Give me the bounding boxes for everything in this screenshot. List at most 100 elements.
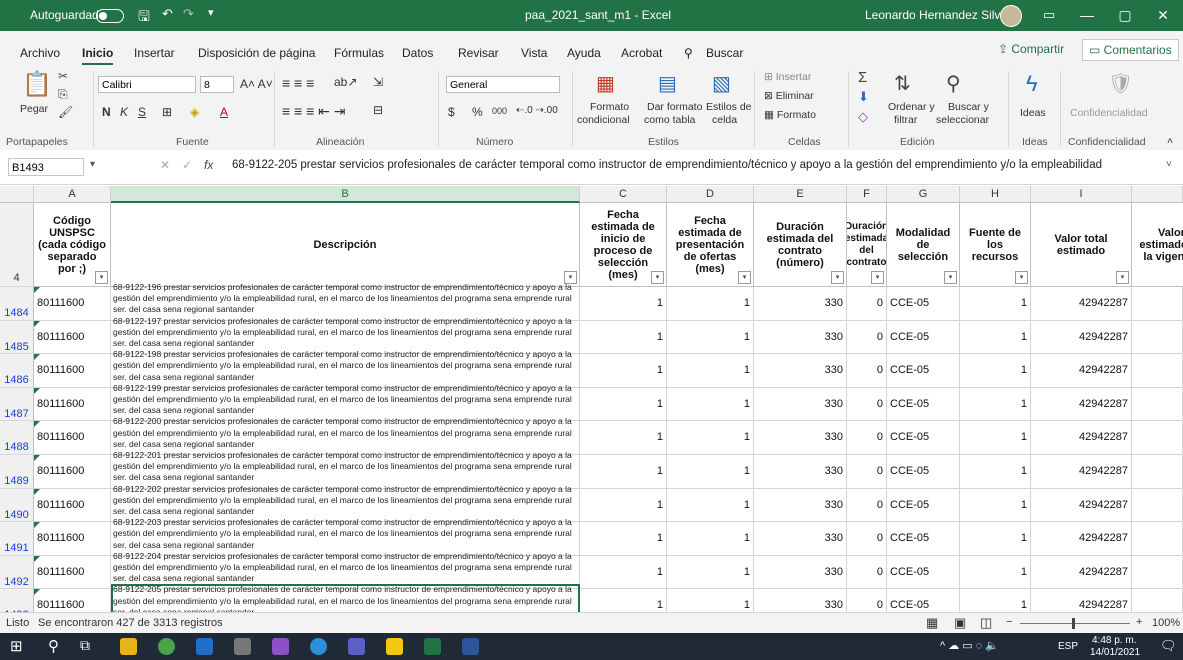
edge-icon[interactable]: [310, 638, 327, 655]
error-indicator-icon[interactable]: [34, 354, 40, 361]
cell-i[interactable]: 42942287: [1031, 522, 1132, 556]
cell-d[interactable]: 1: [667, 320, 754, 355]
error-indicator-icon[interactable]: [34, 555, 40, 562]
header-cell-e[interactable]: Duración estimada del contrato (número) ▾: [754, 203, 847, 287]
file-explorer-icon[interactable]: [120, 638, 137, 655]
cell-d[interactable]: 1: [667, 555, 754, 590]
filter-f-icon[interactable]: ▾: [871, 271, 884, 284]
confidentiality-icon[interactable]: 🛡: [1108, 71, 1133, 96]
cut-icon[interactable]: ✂: [58, 69, 68, 83]
row-header[interactable]: 1485: [0, 320, 34, 355]
cell-code[interactable]: 80111600: [34, 287, 111, 321]
share-button[interactable]: ⇪ Compartir: [992, 39, 1070, 59]
row-header[interactable]: 1490: [0, 488, 34, 523]
cell-e[interactable]: 330: [754, 555, 847, 590]
fill-color-icon[interactable]: ◈: [190, 105, 199, 119]
column-header-b[interactable]: B: [111, 186, 580, 203]
cell-h[interactable]: 1: [960, 287, 1031, 321]
cell-i[interactable]: 42942287: [1031, 320, 1132, 355]
row-header[interactable]: 1488: [0, 421, 34, 455]
empty-cell[interactable]: [1132, 589, 1183, 612]
avatar[interactable]: [1000, 5, 1022, 27]
row-header[interactable]: 1487: [0, 387, 34, 422]
cell-d[interactable]: 1: [667, 287, 754, 321]
format-painter-icon[interactable]: 🖌: [58, 105, 73, 119]
cell-f[interactable]: 0: [847, 354, 887, 388]
column-header-h[interactable]: H: [960, 186, 1031, 203]
zoom-slider[interactable]: [1020, 623, 1130, 624]
cell-h[interactable]: 1: [960, 320, 1031, 355]
empty-cell[interactable]: [1132, 287, 1183, 321]
bold-button[interactable]: N: [102, 105, 111, 119]
header-cell-f[interactable]: Duración estimada del contrato ▾: [847, 203, 887, 287]
cell-c[interactable]: 1: [580, 555, 667, 590]
cell-styles-icon[interactable]: ▧: [712, 71, 731, 96]
borders-icon[interactable]: ⊞: [162, 105, 172, 119]
zoom-in-icon[interactable]: +: [1136, 616, 1142, 628]
user-name[interactable]: Leonardo Hernandez Silva: [865, 8, 1007, 22]
cell-h[interactable]: 1: [960, 354, 1031, 388]
table-format-icon[interactable]: ▤: [658, 71, 677, 96]
error-indicator-icon[interactable]: [34, 522, 40, 529]
ribbon-display-icon[interactable]: ▭: [1043, 7, 1055, 23]
word-taskbar-icon[interactable]: [462, 638, 479, 655]
tab-revisar[interactable]: Revisar: [458, 46, 499, 60]
error-indicator-icon[interactable]: [34, 287, 40, 293]
paste-button[interactable]: Pegar: [20, 103, 48, 115]
delete-cells-button[interactable]: ⊠ Eliminar: [764, 90, 814, 102]
cell-code[interactable]: 80111600: [34, 522, 111, 556]
cell-g[interactable]: CCE-05: [887, 421, 960, 455]
active-cell[interactable]: 68-9122-205 prestar servicios profesiona…: [111, 584, 580, 612]
cell-f[interactable]: 0: [847, 387, 887, 422]
cell-c[interactable]: 1: [580, 589, 667, 612]
cell-h[interactable]: 1: [960, 488, 1031, 523]
cell-e[interactable]: 330: [754, 287, 847, 321]
chrome-icon[interactable]: [158, 638, 175, 655]
cell-g[interactable]: CCE-05: [887, 354, 960, 388]
filter-d-icon[interactable]: ▾: [738, 271, 751, 284]
column-header-a[interactable]: A: [34, 186, 111, 203]
tab-vista[interactable]: Vista: [521, 46, 547, 60]
name-box[interactable]: B1493: [8, 158, 84, 176]
align-left-icon[interactable]: ≡ ≡ ≡ ⇤ ⇥: [282, 103, 346, 120]
cond-format-label[interactable]: Formato: [590, 101, 629, 113]
row-header[interactable]: 1491: [0, 522, 34, 556]
error-indicator-icon[interactable]: [34, 320, 40, 327]
row-header[interactable]: 1489: [0, 455, 34, 489]
merge-center-icon[interactable]: ⊟: [373, 103, 383, 117]
clock-date[interactable]: 14/01/2021: [1090, 647, 1140, 658]
align-top-icon[interactable]: ≡ ≡ ≡: [282, 75, 314, 91]
tab-formulas[interactable]: Fórmulas: [334, 46, 384, 60]
decimal-icon[interactable]: ⇠.0 ⇢.00: [516, 105, 558, 116]
formula-input[interactable]: 68-9122-205 prestar servicios profesiona…: [232, 159, 1102, 171]
cell-c[interactable]: 1: [580, 522, 667, 556]
cell-code[interactable]: 80111600: [34, 354, 111, 388]
worksheet-grid[interactable]: A B C D E F G H I 4 Código UNSPSC (cada …: [0, 186, 1183, 612]
header-cell-b[interactable]: Descripción ▾: [111, 203, 580, 287]
number-format-select[interactable]: General: [446, 76, 560, 93]
empty-cell[interactable]: [1132, 488, 1183, 523]
cell-g[interactable]: CCE-05: [887, 555, 960, 590]
tab-archivo[interactable]: Archivo: [20, 46, 60, 60]
cell-i[interactable]: 42942287: [1031, 488, 1132, 523]
cell-d[interactable]: 1: [667, 354, 754, 388]
sort-filter-label2[interactable]: filtrar: [894, 114, 917, 126]
filter-h-icon[interactable]: ▾: [1015, 271, 1028, 284]
cell-f[interactable]: 0: [847, 455, 887, 489]
teams-icon[interactable]: [348, 638, 365, 655]
error-indicator-icon[interactable]: [34, 488, 40, 495]
filter-e-icon[interactable]: ▾: [831, 271, 844, 284]
copy-icon[interactable]: ⎘: [58, 87, 68, 102]
row-header[interactable]: 1492: [0, 555, 34, 590]
collapse-ribbon-icon[interactable]: ˄: [1167, 135, 1173, 147]
header-cell-d[interactable]: Fecha estimada de presentación de oferta…: [667, 203, 754, 287]
cell-g[interactable]: CCE-05: [887, 488, 960, 523]
cell-d[interactable]: 1: [667, 488, 754, 523]
search-label[interactable]: Buscar: [706, 46, 743, 60]
cell-g[interactable]: CCE-05: [887, 589, 960, 612]
notifications-icon[interactable]: 🗨: [1160, 638, 1177, 654]
row-header[interactable]: 1484: [0, 287, 34, 321]
autosum-icon[interactable]: Σ: [858, 69, 867, 86]
cond-format-label2[interactable]: condicional: [577, 114, 630, 126]
search-icon[interactable]: ⚲: [684, 46, 693, 60]
